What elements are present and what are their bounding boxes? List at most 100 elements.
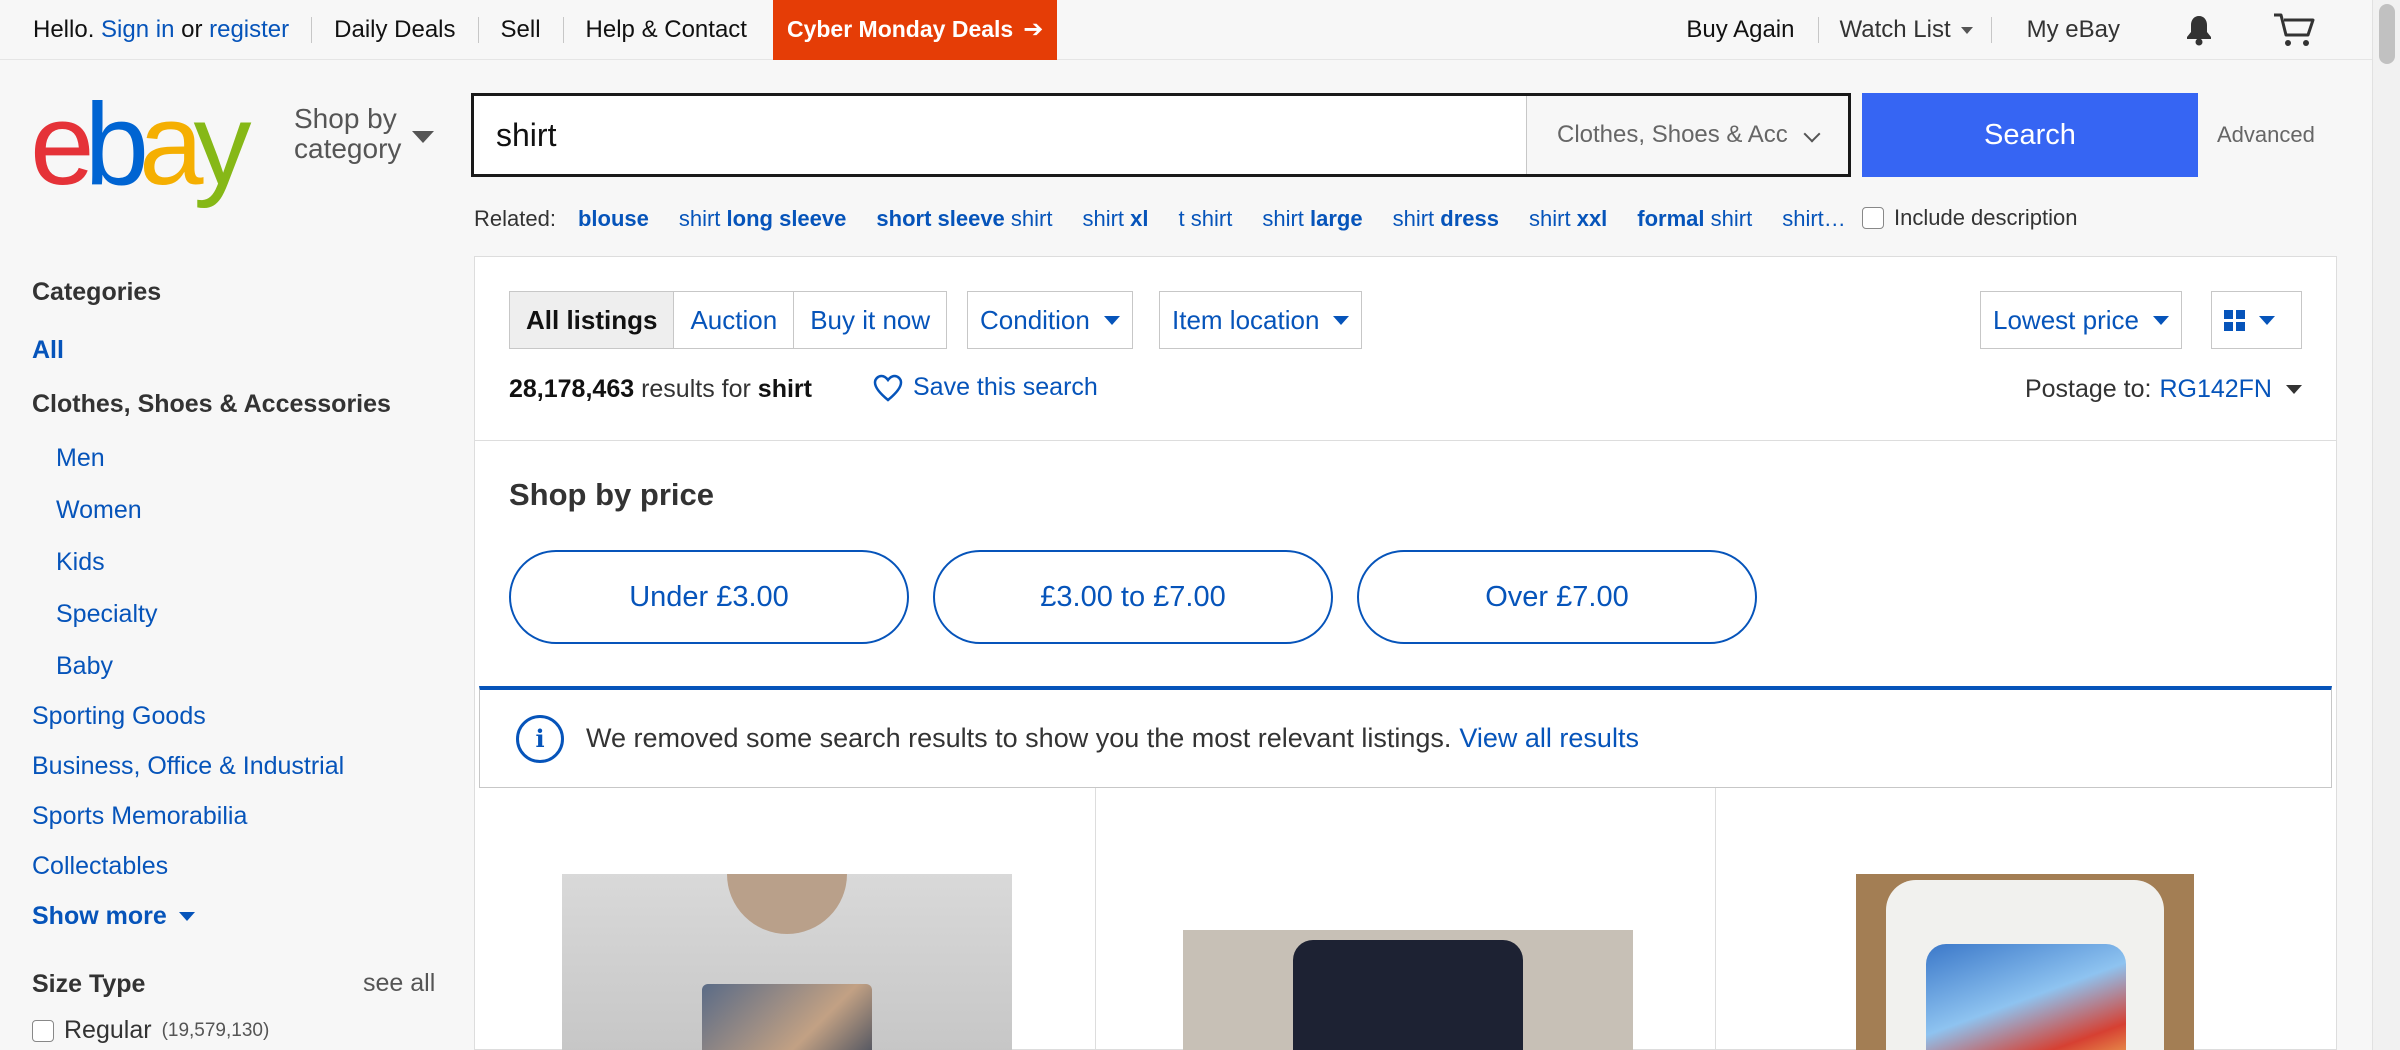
regular-label: Regular — [64, 1016, 152, 1044]
postage-location[interactable]: Postage to: RG142FN — [2025, 375, 2302, 404]
grid-view-icon — [2224, 309, 2245, 331]
sort-label: Lowest price — [1993, 304, 2139, 335]
condition-filter[interactable]: Condition — [967, 291, 1133, 349]
chevron-down-icon[interactable] — [412, 131, 434, 143]
tab-buy-it-now[interactable]: Buy it now — [794, 292, 946, 348]
related-link[interactable]: shirt dress — [1393, 206, 1499, 232]
subcategory-kids[interactable]: Kids — [56, 548, 105, 577]
results-for-text: results for — [641, 375, 751, 403]
related-link[interactable]: formal shirt — [1637, 206, 1752, 232]
price-3-to-7-button[interactable]: £3.00 to £7.00 — [933, 550, 1333, 644]
include-description-label: Include description — [1894, 205, 2078, 230]
listing-card[interactable] — [1096, 788, 1717, 1050]
postcode-value: RG142FN — [2159, 375, 2272, 403]
related-link[interactable]: t shirt — [1179, 206, 1233, 232]
related-link[interactable]: blouse — [578, 206, 649, 232]
daily-deals-link[interactable]: Daily Deals — [334, 16, 455, 44]
watch-list-link[interactable]: Watch List — [1839, 16, 1973, 44]
save-search-label: Save this search — [913, 373, 1098, 401]
bell-icon[interactable] — [2184, 14, 2214, 46]
shop-by-price-heading: Shop by price — [509, 477, 714, 512]
price-under-3-button[interactable]: Under £3.00 — [509, 550, 909, 644]
listing-image[interactable] — [1856, 874, 2195, 1050]
shop-by-label: Shop by — [294, 103, 397, 134]
regular-checkbox[interactable] — [32, 1019, 54, 1042]
shop-by-category-button[interactable]: Shop by category — [294, 104, 401, 164]
show-more-button[interactable]: Show more — [32, 902, 195, 931]
related-link[interactable]: shirt xxl — [1529, 206, 1607, 232]
logo-letter: y — [193, 79, 252, 209]
category-collectables[interactable]: Collectables — [32, 852, 168, 881]
help-contact-link[interactable]: Help & Contact — [586, 16, 747, 44]
category-all-link[interactable]: All — [32, 336, 64, 365]
price-over-7-button[interactable]: Over £7.00 — [1357, 550, 1757, 644]
chevron-down-icon — [1333, 315, 1350, 325]
subcategory-men[interactable]: Men — [56, 444, 105, 473]
sign-in-link[interactable]: Sign in — [101, 16, 174, 44]
scrollbar-thumb[interactable] — [2379, 4, 2395, 64]
register-link[interactable]: register — [209, 16, 289, 44]
relevance-notice: i We removed some search results to show… — [479, 686, 2332, 788]
or-text: or — [181, 15, 203, 43]
cart-icon[interactable] — [2272, 12, 2316, 48]
my-ebay-link[interactable]: My eBay — [2027, 16, 2120, 44]
sort-dropdown[interactable]: Lowest price — [1980, 291, 2182, 349]
listing-card[interactable] — [475, 788, 1096, 1050]
related-searches: Related: blouse shirt long sleeve short … — [474, 206, 1876, 232]
page-scrollbar[interactable] — [2372, 0, 2400, 1050]
category-sports-memorabilia[interactable]: Sports Memorabilia — [32, 802, 247, 831]
chevron-down-icon — [1960, 27, 1973, 35]
categories-heading: Categories — [32, 278, 162, 306]
chevron-down-icon — [1103, 315, 1120, 325]
ebay-logo[interactable]: ebay — [30, 79, 252, 209]
regular-count: (19,579,130) — [161, 1019, 270, 1041]
listing-type-tabs: All listings Auction Buy it now — [509, 291, 948, 349]
condition-label: Condition — [980, 304, 1090, 335]
category-business-office-industrial[interactable]: Business, Office & Industrial — [32, 752, 344, 781]
size-type-regular-option[interactable]: Regular (19,579,130) — [32, 1016, 269, 1045]
subcategory-specialty[interactable]: Specialty — [56, 600, 157, 629]
save-search-button[interactable]: Save this search — [873, 373, 1098, 402]
info-icon: i — [516, 714, 564, 763]
watch-list-label: Watch List — [1839, 16, 1951, 43]
nav-divider — [1818, 17, 1820, 43]
related-link[interactable]: short sleeve shirt — [876, 206, 1052, 232]
view-toggle[interactable] — [2211, 291, 2302, 349]
related-link[interactable]: shirt xl — [1082, 206, 1148, 232]
related-link[interactable]: shirt… — [1782, 206, 1846, 232]
related-link[interactable]: shirt large — [1262, 206, 1362, 232]
related-label: Related: — [474, 206, 556, 231]
subcategory-women[interactable]: Women — [56, 496, 142, 525]
search-button[interactable]: Search — [1862, 93, 2198, 177]
size-type-see-all-link[interactable]: see all — [363, 969, 435, 998]
cyber-monday-label: Cyber Monday Deals — [786, 16, 1014, 42]
tab-all-listings[interactable]: All listings — [510, 292, 675, 348]
nav-divider — [311, 16, 313, 43]
tab-auction[interactable]: Auction — [674, 292, 795, 348]
nav-divider — [1990, 17, 1992, 43]
advanced-search-link[interactable]: Advanced — [2217, 122, 2315, 148]
item-location-filter[interactable]: Item location — [1159, 291, 1363, 349]
search-bar: Clothes, Shoes & Acc — [471, 93, 1851, 177]
listing-image[interactable] — [1182, 930, 1633, 1050]
view-all-results-link[interactable]: View all results — [1459, 723, 1639, 754]
category-sporting-goods[interactable]: Sporting Goods — [32, 702, 206, 731]
search-input[interactable] — [474, 96, 1526, 174]
include-description-option[interactable]: Include description — [1862, 205, 2077, 231]
sell-link[interactable]: Sell — [501, 16, 541, 44]
category-select-value: Clothes, Shoes & Acc — [1557, 121, 1788, 148]
listing-card[interactable] — [1716, 788, 2336, 1050]
subcategory-baby[interactable]: Baby — [56, 652, 113, 681]
buy-again-link[interactable]: Buy Again — [1686, 16, 1794, 44]
current-category: Clothes, Shoes & Accessories — [32, 390, 391, 418]
chevron-down-icon — [2152, 315, 2169, 325]
listing-image[interactable] — [562, 874, 1012, 1050]
category-select[interactable]: Clothes, Shoes & Acc — [1526, 96, 1848, 174]
listing-grid — [475, 788, 2336, 1050]
related-link[interactable]: shirt long sleeve — [679, 206, 847, 232]
cyber-monday-banner[interactable]: Cyber Monday Deals ➔ — [772, 0, 1058, 60]
greeting: Hello. — [33, 15, 95, 43]
chevron-down-icon — [1803, 125, 1821, 143]
logo-letter: e — [30, 79, 94, 209]
include-description-checkbox[interactable] — [1862, 207, 1884, 229]
